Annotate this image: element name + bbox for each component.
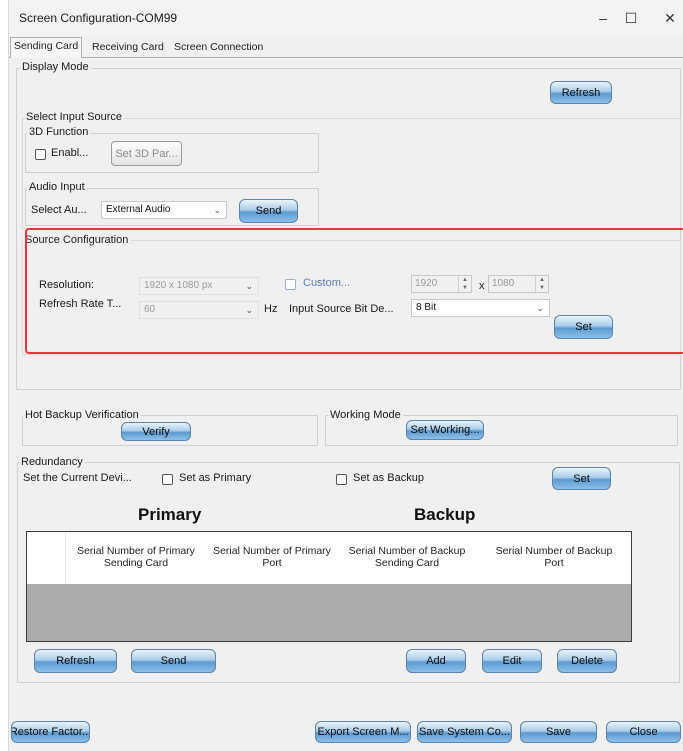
export-screen-button[interactable]: Export Screen M...	[315, 721, 411, 743]
function-3d-label: 3D Function	[27, 126, 91, 138]
audio-send-button[interactable]: Send	[239, 199, 298, 223]
set-backup-label: Set as Backup	[353, 472, 424, 484]
redundancy-set-button[interactable]: Set	[552, 467, 611, 490]
audio-input-label: Audio Input	[27, 181, 87, 193]
hot-backup-label: Hot Backup Verification	[23, 409, 141, 421]
current-device-label: Set the Current Devi...	[23, 472, 132, 484]
edit-button[interactable]: Edit	[482, 649, 542, 673]
set-primary-checkbox[interactable]	[162, 474, 173, 485]
title-bar: Screen Configuration-COM99 – ☐ ✕	[9, 0, 683, 36]
audio-source-value: External Audio	[106, 204, 171, 215]
redundancy-send-button[interactable]: Send	[131, 649, 216, 673]
tab-sending-card[interactable]: Sending Card	[10, 37, 83, 58]
tab-screen-connection[interactable]: Screen Connection	[171, 39, 266, 57]
restore-factory-button[interactable]: Restore Factor...	[11, 721, 90, 743]
enable-3d-label: Enabl...	[51, 147, 89, 159]
close-button[interactable]: Close	[606, 721, 681, 743]
column-header[interactable]: Serial Number of Backup Sending Card	[342, 532, 472, 582]
tab-receiving-card[interactable]: Receiving Card	[89, 39, 167, 57]
input-source-label: Select Input Source	[24, 111, 125, 123]
tab-strip: Sending Card Receiving Card Screen Conne…	[9, 37, 683, 58]
working-mode-label: Working Mode	[328, 409, 403, 421]
maximize-icon[interactable]: ☐	[619, 8, 643, 28]
add-button[interactable]: Add	[406, 649, 466, 673]
highlight-frame	[25, 228, 683, 354]
display-refresh-button[interactable]: Refresh	[550, 81, 612, 104]
verify-button[interactable]: Verify	[121, 422, 191, 441]
redundancy-label: Redundancy	[19, 456, 85, 468]
display-mode-label: Display Mode	[20, 61, 91, 73]
close-icon[interactable]: ✕	[658, 8, 682, 28]
enable-3d-checkbox[interactable]	[35, 149, 46, 160]
chevron-down-icon: ⌄	[213, 205, 221, 215]
minimize-icon[interactable]: –	[591, 8, 615, 28]
save-system-config-button[interactable]: Save System Co...	[417, 721, 512, 743]
set-primary-label: Set as Primary	[179, 472, 252, 484]
audio-source-select[interactable]: External Audio ⌄	[101, 201, 227, 219]
redundancy-table[interactable]: Serial Number of Primary Sending Card Se…	[26, 531, 632, 642]
backup-heading: Backup	[414, 505, 476, 524]
column-header[interactable]: Serial Number of Primary Sending Card	[71, 532, 201, 582]
audio-select-label: Select Au...	[31, 204, 87, 216]
column-header[interactable]: Serial Number of Backup Port	[489, 532, 619, 582]
set-3d-params-button[interactable]: Set 3D Par...	[111, 141, 182, 166]
column-header[interactable]: Serial Number of Primary Port	[212, 532, 332, 582]
set-backup-checkbox[interactable]	[336, 474, 347, 485]
save-button[interactable]: Save	[520, 721, 597, 743]
redundancy-refresh-button[interactable]: Refresh	[34, 649, 117, 673]
delete-button[interactable]: Delete	[557, 649, 617, 673]
set-working-button[interactable]: Set Working...	[406, 420, 484, 440]
primary-heading: Primary	[138, 505, 202, 524]
window-title: Screen Configuration-COM99	[19, 11, 178, 25]
screen-configuration-window: Screen Configuration-COM99 – ☐ ✕ Sending…	[8, 0, 683, 751]
table-body[interactable]	[27, 584, 631, 641]
